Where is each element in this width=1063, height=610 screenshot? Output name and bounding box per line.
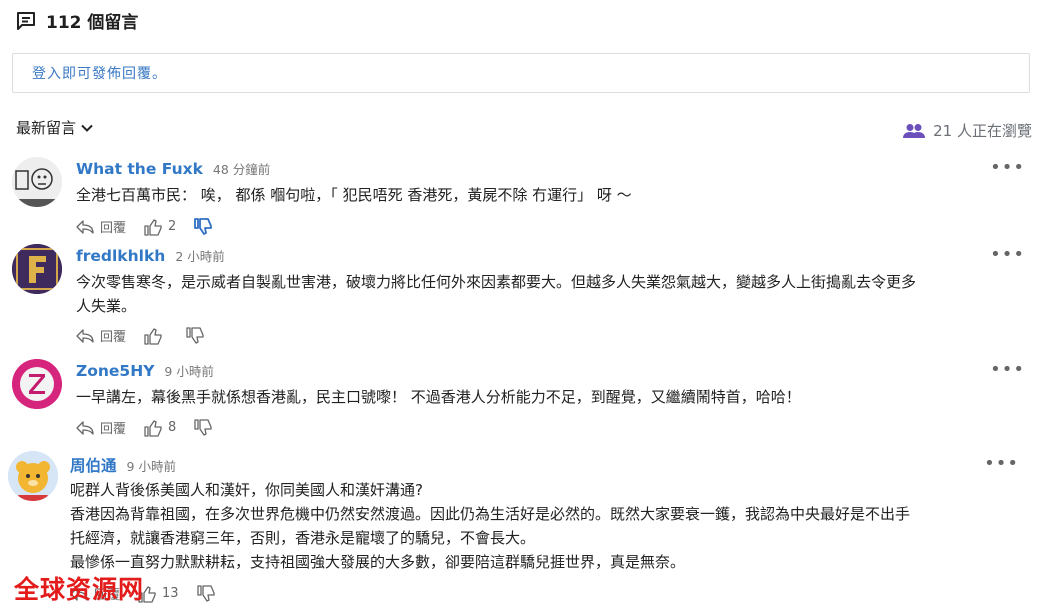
comment-author[interactable]: What the Fuxk — [76, 160, 203, 178]
thumbs-up-icon — [144, 419, 162, 437]
comment-time: 48 分鐘前 — [212, 162, 271, 177]
comment-text: 一早講左，幕後黑手就係想香港亂，民主口號嚟！ 不過香港人分析能力不足，到醒覺，又… — [76, 385, 1029, 409]
reply-label: 回覆 — [100, 330, 127, 345]
more-options-icon[interactable]: ••• — [990, 359, 1025, 380]
comment-text: 今次零售寒冬，是示威者自製亂世害港，破壞力將比任何外來因素都要大。但越多人失業怨… — [76, 270, 1029, 318]
like-button[interactable]: 8 — [144, 419, 176, 437]
people-icon — [903, 123, 926, 139]
reply-icon — [76, 219, 94, 234]
comment-line: 人失業。 — [76, 297, 137, 315]
reply-button[interactable]: 回覆 — [76, 326, 126, 345]
login-to-reply-box[interactable]: 登入即可發佈回覆。 — [12, 53, 1030, 93]
comment-text: 全港七百萬市民： 唉， 都係 嗰句啦，「 犯民唔死 香港死，黃屍不除 冇運行」 … — [76, 183, 1029, 207]
comment-icon — [14, 9, 38, 33]
thumbs-down-icon — [196, 584, 215, 603]
comment-line: 一早講左，幕後黑手就係想香港亂，民主口號嚟！ 不過香港人分析能力不足，到醒覺，又… — [76, 388, 801, 406]
like-button[interactable]: 2 — [144, 218, 176, 236]
viewers-indicator: 21 人正在瀏覽 — [903, 120, 1032, 141]
comment-author[interactable]: fredlkhlkh — [76, 247, 165, 265]
comment-time: 9 小時前 — [164, 364, 214, 379]
comment-text: 呢群人背後係美國人和漢奸，你同美國人和漢奸溝通? 香港因為背靠祖國，在多次世界危… — [70, 478, 1029, 574]
comment-author[interactable]: 周伯通 — [70, 454, 117, 476]
comment-line: 呢群人背後係美國人和漢奸，你同美國人和漢奸溝通? — [70, 481, 423, 499]
thumbs-up-icon — [144, 327, 162, 345]
dislike-button[interactable] — [196, 584, 215, 603]
comment-line: 香港因為背靠祖國，在多次世界危機中仍然安然渡過。因此仍為生活好是必然的。既然大家… — [70, 505, 911, 523]
like-count: 2 — [168, 219, 177, 234]
dislike-button[interactable] — [194, 217, 213, 236]
chevron-down-icon — [80, 121, 94, 135]
reply-button[interactable]: 回覆 — [76, 217, 126, 236]
like-button[interactable]: 13 — [138, 585, 179, 603]
comment-time: 2 小時前 — [175, 249, 225, 264]
comment-line: 今次零售寒冬，是示威者自製亂世害港，破壞力將比任何外來因素都要大。但越多人失業怨… — [76, 273, 917, 291]
dislike-button[interactable] — [194, 418, 212, 437]
dislike-button[interactable] — [186, 326, 204, 345]
thumbs-down-icon — [194, 418, 212, 437]
comment-time: 9 小時前 — [126, 459, 176, 474]
thumbs-down-icon — [186, 326, 204, 345]
more-options-icon[interactable]: ••• — [990, 244, 1025, 265]
reply-button[interactable]: 回覆 — [76, 418, 126, 437]
comments-header: 112 個留言 — [14, 8, 138, 33]
avatar[interactable] — [12, 359, 62, 409]
login-prompt[interactable]: 登入即可發佈回覆。 — [32, 63, 167, 83]
avatar[interactable] — [12, 244, 62, 294]
comment-count-title: 112 個留言 — [46, 13, 139, 33]
reply-icon — [76, 328, 94, 343]
avatar[interactable] — [12, 157, 62, 207]
sort-label: 最新留言 — [16, 119, 77, 137]
comment-line: 全港七百萬市民： 唉， 都係 嗰句啦，「 犯民唔死 香港死，黃屍不除 冇運行」 … — [76, 186, 632, 204]
viewers-text: 21 人正在瀏覽 — [933, 122, 1032, 140]
reply-label: 回覆 — [100, 221, 127, 236]
like-count: 8 — [168, 420, 177, 435]
thumbs-down-icon — [194, 217, 213, 236]
like-count: 13 — [162, 586, 179, 601]
thumbs-up-icon — [144, 218, 162, 236]
watermark: 全球资源网 — [14, 575, 145, 604]
comment-author[interactable]: Zone5HY — [76, 362, 154, 380]
sort-dropdown[interactable]: 最新留言 — [16, 117, 94, 138]
more-options-icon[interactable]: ••• — [990, 157, 1025, 178]
avatar[interactable] — [8, 451, 58, 501]
like-button[interactable] — [144, 327, 168, 345]
more-options-icon[interactable]: ••• — [984, 453, 1019, 474]
reply-icon — [76, 420, 94, 435]
comment-line: 最慘係一直努力默默耕耘，支持祖國強大發展的大多數，卻要陪這群驕兒捱世界，真是無奈… — [70, 553, 686, 571]
comment-line: 托經濟，就讓香港窮三年，否則，香港永是寵壞了的驕兒，不會長大。 — [70, 529, 536, 547]
reply-label: 回覆 — [100, 422, 127, 437]
